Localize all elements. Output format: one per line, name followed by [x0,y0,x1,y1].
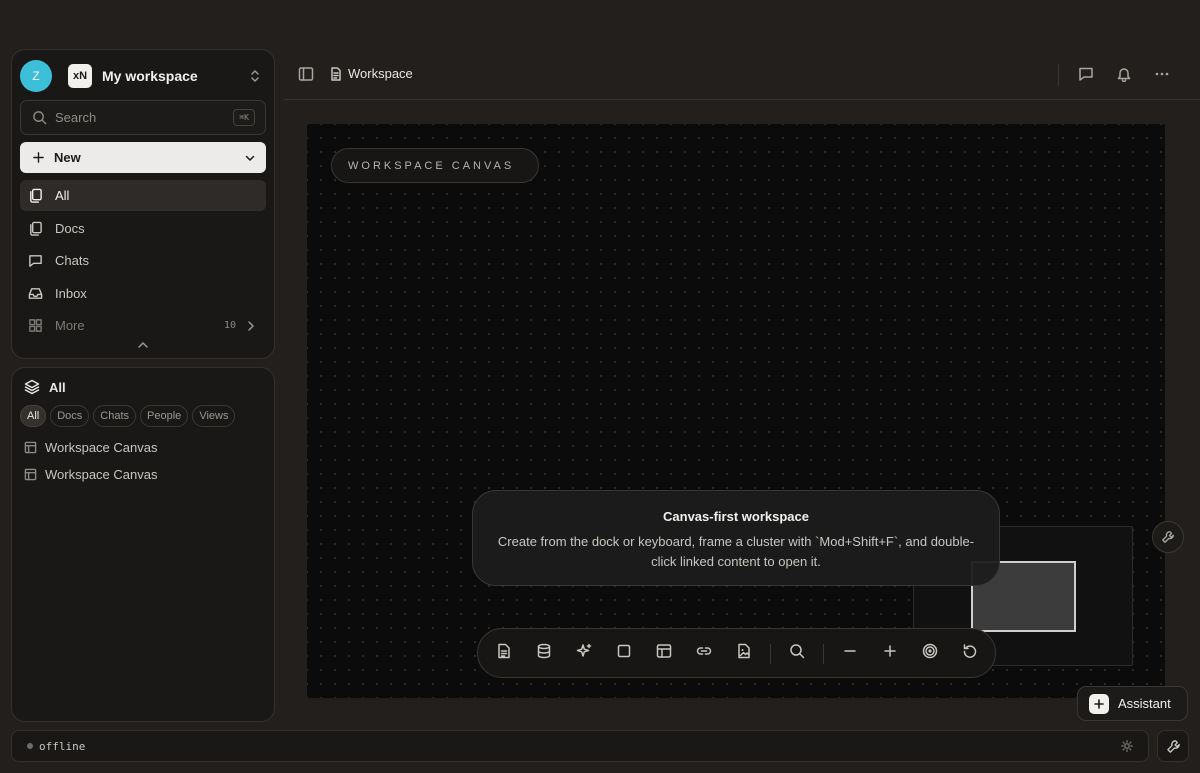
bell-icon[interactable] [1116,66,1132,82]
comment-icon[interactable] [1078,66,1094,82]
plus-icon [32,151,45,164]
workspace-name: My workspace [102,68,198,84]
status-indicator [27,743,33,749]
search-icon [32,110,47,125]
workspace-logo: xN [68,64,92,88]
sidebar-item-chats[interactable]: Chats [20,245,266,276]
list-item[interactable]: Workspace Canvas [24,467,157,482]
assistant-label: Assistant [1118,696,1171,711]
dock-divider [770,644,771,664]
chat-icon [28,253,43,268]
chevron-down-icon[interactable] [244,152,256,164]
search-placeholder: Search [55,110,97,125]
files-icon [28,188,43,203]
sidebar-item-label: All [55,188,70,203]
dock-divider [823,644,824,664]
status-text: offline [39,739,86,753]
assistant-button[interactable]: Assistant [1077,686,1188,721]
sidebar-item-inbox[interactable]: Inbox [20,278,266,309]
top-bar: Workspace [284,60,1200,100]
divider [1058,64,1059,86]
workspace-switcher[interactable]: Z xN My workspace [20,60,266,92]
canvas-dock [477,628,996,678]
table-icon [24,468,37,481]
hint-title: Canvas-first workspace [663,509,809,524]
table-icon[interactable] [656,643,672,659]
new-button[interactable]: New [20,142,266,173]
filter-chats[interactable]: Chats [93,405,137,427]
canvas-hint-card: Canvas-first workspace Create from the d… [472,490,1000,586]
search-shortcut: ⌘K [233,109,255,126]
list-item-label: Workspace Canvas [45,440,158,455]
sidebar-item-more[interactable]: More 10 [20,310,266,341]
document-icon [330,66,342,81]
list-item[interactable]: Workspace Canvas [24,440,157,455]
breadcrumb[interactable]: Workspace [330,66,413,81]
table-icon [24,441,37,454]
library-filters: All Docs Chats People Views [20,405,236,427]
theme-toggle-icon[interactable] [1121,740,1133,752]
hint-body: Create from the dock or keyboard, frame … [497,534,975,569]
chevrons-up-down-icon[interactable] [248,68,262,84]
library-panel: All All Docs Chats People Views Workspac… [11,367,275,722]
zoom-in-icon[interactable] [882,643,898,659]
square-icon[interactable] [616,643,632,659]
chevron-up-icon[interactable] [136,340,150,350]
inbox-icon [28,286,43,301]
new-button-label: New [54,150,81,165]
sparkle-icon[interactable] [576,643,592,659]
avatar[interactable]: Z [20,60,52,92]
more-options-icon[interactable] [1154,66,1170,82]
canvas-badge: WORKSPACE CANVAS [331,148,539,183]
link-icon[interactable] [696,643,712,659]
database-icon[interactable] [536,643,552,659]
list-item-label: Workspace Canvas [45,467,158,482]
filter-all[interactable]: All [20,405,47,427]
status-bar: offline [11,730,1149,762]
developer-tools-button[interactable] [1157,730,1189,762]
layers-icon [24,379,40,395]
canvas-settings-button[interactable] [1152,521,1184,553]
search-icon[interactable] [789,643,805,659]
doc-icon[interactable] [496,643,512,659]
filter-people[interactable]: People [140,405,189,427]
sidebar-item-label: Docs [55,221,85,236]
filter-views[interactable]: Views [192,405,236,427]
sidebar-item-label: Inbox [55,286,87,301]
sidebar-item-all[interactable]: All [20,180,266,211]
filter-docs[interactable]: Docs [50,405,90,427]
search-input[interactable]: Search ⌘K [20,100,266,135]
zoom-out-icon[interactable] [842,643,858,659]
sidebar-navigation: Z xN My workspace Search ⌘K New All Docs [11,49,275,359]
library-header: All [24,379,66,395]
wrench-icon [1161,530,1175,544]
sidebar-item-label: Chats [55,253,89,268]
workspace-canvas[interactable]: WORKSPACE CANVAS [307,124,1165,698]
plus-icon [1089,693,1109,714]
chevron-right-icon [246,320,256,332]
breadcrumb-label: Workspace [348,66,413,81]
more-count: 10 [223,320,236,331]
docs-icon [28,221,43,236]
wrench-icon [1166,739,1181,754]
library-title: All [49,379,66,395]
image-file-icon[interactable] [736,643,752,659]
sidebar-item-docs[interactable]: Docs [20,213,266,244]
sidebar-toggle-icon[interactable] [298,66,314,82]
grid-icon [28,318,43,333]
sidebar-item-label: More [55,318,85,333]
reset-icon[interactable] [962,643,978,659]
target-icon[interactable] [922,643,938,659]
